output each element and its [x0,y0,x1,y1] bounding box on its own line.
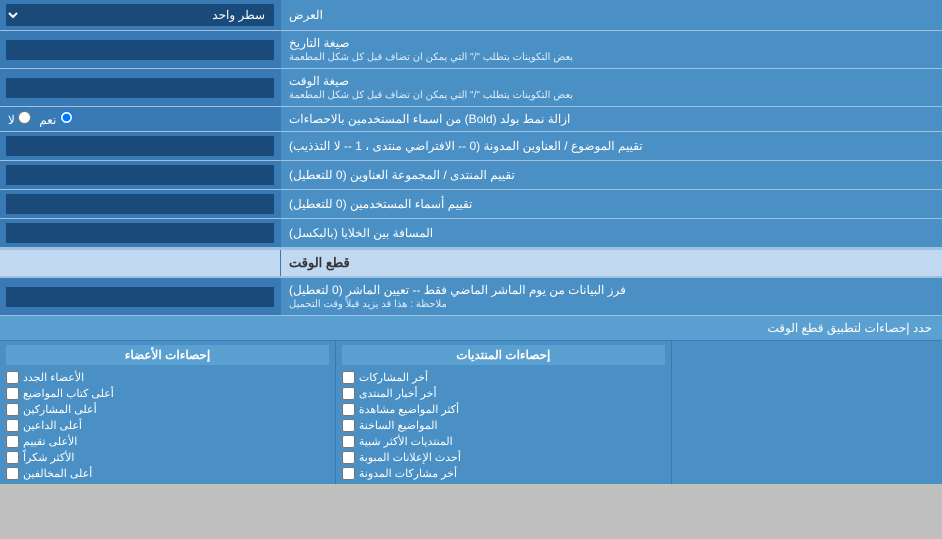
time-format-input[interactable]: H:i [6,78,274,98]
checkbox-member-item-0: الأعضاء الجدد [6,371,329,384]
checkbox-member-item-5: الأكثر شكراً [6,451,329,464]
topic-sort-row: تقييم الموضوع / العناوين المدونة (0 -- ا… [0,132,942,161]
cell-spacing-input[interactable]: 2 [6,223,274,243]
topic-sort-label: تقييم الموضوع / العناوين المدونة (0 -- ا… [280,132,942,160]
checkbox-col-empty [671,341,942,484]
display-type-label: العرض [280,0,942,30]
realtime-days-main: فرز البيانات من يوم الماشر الماضي فقط --… [289,283,626,297]
bold-remove-label: ازالة نمط بولد (Bold) من اسماء المستخدمي… [280,107,942,131]
realtime-section-header-right [0,250,280,276]
checkbox-member-item-2: أعلى المشاركين [6,403,329,416]
checkbox-item-3: المواضيع الساخنة [342,419,665,432]
checkbox-member-2[interactable] [6,403,19,416]
main-container: العرض سطر واحد عدة سطور صيغة التاريخ بعض… [0,0,942,484]
date-format-label: صيغة التاريخ بعض التكوينات يتطلب "/" الت… [280,31,942,68]
user-sort-label: تقييم أسماء المستخدمين (0 للتعطيل) [280,190,942,218]
date-format-main-label: صيغة التاريخ [289,36,350,50]
radio-no[interactable] [18,111,31,124]
cell-spacing-input-cell: 2 [0,219,280,247]
cell-spacing-label: المسافة بين الخلايا (بالبكسل) [280,219,942,247]
bold-remove-input-cell: نعم لا [0,107,280,131]
checkbox-forum-5[interactable] [342,451,355,464]
time-format-label: صيغة الوقت بعض التكوينات يتطلب "/" التي … [280,69,942,106]
topic-sort-input[interactable]: 33 [6,136,274,156]
checkbox-forum-4[interactable] [342,435,355,448]
checkbox-section: إحصاءات المنتديات أخر المشاركات أخر أخبا… [0,341,942,484]
realtime-days-row: فرز البيانات من يوم الماشر الماضي فقط --… [0,278,942,316]
forum-sort-label: تقييم المنتدى / المجموعة العناوين (0 للت… [280,161,942,189]
time-format-sub-label: بعض التكوينات يتطلب "/" التي يمكن ان تضا… [289,90,573,101]
checkbox-member-1[interactable] [6,387,19,400]
topic-sort-input-cell: 33 [0,132,280,160]
checkbox-item-6: أخر مشاركات المدونة [342,467,665,480]
user-sort-input-cell: 0 [0,190,280,218]
checkbox-member-5[interactable] [6,451,19,464]
checkbox-member-item-4: الأعلى تقييم [6,435,329,448]
time-format-input-cell: H:i [0,69,280,106]
checkbox-forum-1[interactable] [342,387,355,400]
checkbox-member-item-3: أعلى الداعين [6,419,329,432]
member-stats-header: إحصاءات الأعضاء [6,345,329,365]
user-sort-row: تقييم أسماء المستخدمين (0 للتعطيل) 0 [0,190,942,219]
checkbox-col-forum-stats: إحصاءات المنتديات أخر المشاركات أخر أخبا… [335,341,671,484]
realtime-days-note: ملاحظة : هذا قد يزيد قبلاً وقت التحميل [289,299,447,310]
time-format-row: صيغة الوقت بعض التكوينات يتطلب "/" التي … [0,69,942,107]
date-format-sub-label: بعض التكوينات يتطلب "/" التي يمكن ان تضا… [289,52,573,63]
checkbox-member-4[interactable] [6,435,19,448]
checkbox-forum-0[interactable] [342,371,355,384]
checkbox-col-member-stats: إحصاءات الأعضاء الأعضاء الجدد أعلى كتاب … [0,341,335,484]
realtime-days-input[interactable]: 0 [6,287,274,307]
checkbox-item-0: أخر المشاركات [342,371,665,384]
date-format-input[interactable]: d-m [6,40,274,60]
checkbox-member-item-1: أعلى كتاب المواضيع [6,387,329,400]
display-type-row: العرض سطر واحد عدة سطور [0,0,942,31]
radio-yes-label: نعم [39,111,72,127]
checkbox-member-6[interactable] [6,467,19,480]
user-sort-input[interactable]: 0 [6,194,274,214]
checkbox-forum-6[interactable] [342,467,355,480]
date-format-row: صيغة التاريخ بعض التكوينات يتطلب "/" الت… [0,31,942,69]
forum-sort-row: تقييم المنتدى / المجموعة العناوين (0 للت… [0,161,942,190]
checkbox-member-item-6: أعلى المخالفين [6,467,329,480]
realtime-days-input-cell: 0 [0,278,280,315]
display-type-select[interactable]: سطر واحد عدة سطور [6,4,274,26]
cell-spacing-row: المسافة بين الخلايا (بالبكسل) 2 [0,219,942,248]
date-format-input-cell: d-m [0,31,280,68]
realtime-section-title: قطع الوقت [280,250,942,276]
checkbox-forum-3[interactable] [342,419,355,432]
checkbox-item-1: أخر أخبار المنتدى [342,387,665,400]
forum-stats-header: إحصاءات المنتديات [342,345,665,365]
bold-remove-row: ازالة نمط بولد (Bold) من اسماء المستخدمي… [0,107,942,132]
time-format-main-label: صيغة الوقت [289,74,349,88]
display-type-input-cell: سطر واحد عدة سطور [0,0,280,30]
radio-yes[interactable] [60,111,73,124]
realtime-days-label: فرز البيانات من يوم الماشر الماضي فقط --… [280,278,942,315]
checkbox-item-2: أكثر المواضيع مشاهدة [342,403,665,416]
realtime-section-header: قطع الوقت [0,248,942,278]
checkbox-member-0[interactable] [6,371,19,384]
forum-sort-input-cell: 33 [0,161,280,189]
apply-row: حدد إحصاءات لتطبيق قطع الوقت [0,316,942,341]
radio-no-label: لا [8,111,31,127]
checkbox-member-3[interactable] [6,419,19,432]
checkbox-forum-2[interactable] [342,403,355,416]
checkbox-item-5: أحدث الإعلانات المبوبة [342,451,665,464]
checkbox-item-4: المنتديات الأكثر شبية [342,435,665,448]
forum-sort-input[interactable]: 33 [6,165,274,185]
